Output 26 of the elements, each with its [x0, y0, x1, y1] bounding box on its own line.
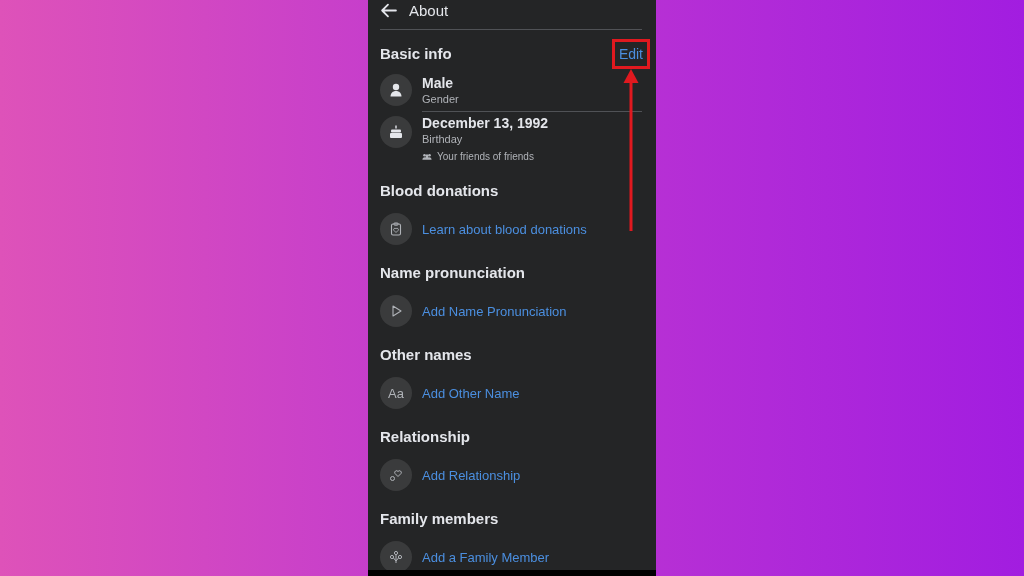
info-value: Male: [422, 75, 455, 92]
text-icon: Aa: [380, 377, 412, 409]
action-link[interactable]: Learn about blood donations: [422, 221, 587, 237]
audience-label: Your friends of friends: [437, 150, 534, 163]
hearts-icon: [380, 459, 412, 491]
play-icon: [380, 295, 412, 327]
back-arrow-icon[interactable]: [380, 1, 397, 19]
section-title: Basic info: [380, 44, 452, 64]
action-link[interactable]: Add Other Name: [422, 385, 520, 401]
clipboard-icon: [380, 213, 412, 245]
section-title: Name pronunciation: [380, 263, 526, 283]
section-title: Family members: [380, 509, 500, 529]
section-title: Blood donations: [380, 181, 500, 201]
page-title: About: [409, 1, 449, 19]
tree-icon: [380, 541, 412, 573]
action-link[interactable]: Add Name Pronunciation: [422, 303, 567, 319]
info-label: Birthday: [422, 132, 464, 147]
info-label: Gender: [422, 92, 460, 107]
edit-link[interactable]: Edit: [618, 46, 643, 62]
action-link[interactable]: Add a Family Member: [422, 549, 550, 565]
section-title: Other names: [380, 345, 473, 365]
section-title: Relationship: [380, 427, 471, 447]
person-icon: [380, 74, 412, 106]
action-link[interactable]: Add Relationship: [422, 467, 521, 483]
cake-icon: [380, 116, 412, 148]
info-value: December 13, 1992: [422, 115, 550, 132]
